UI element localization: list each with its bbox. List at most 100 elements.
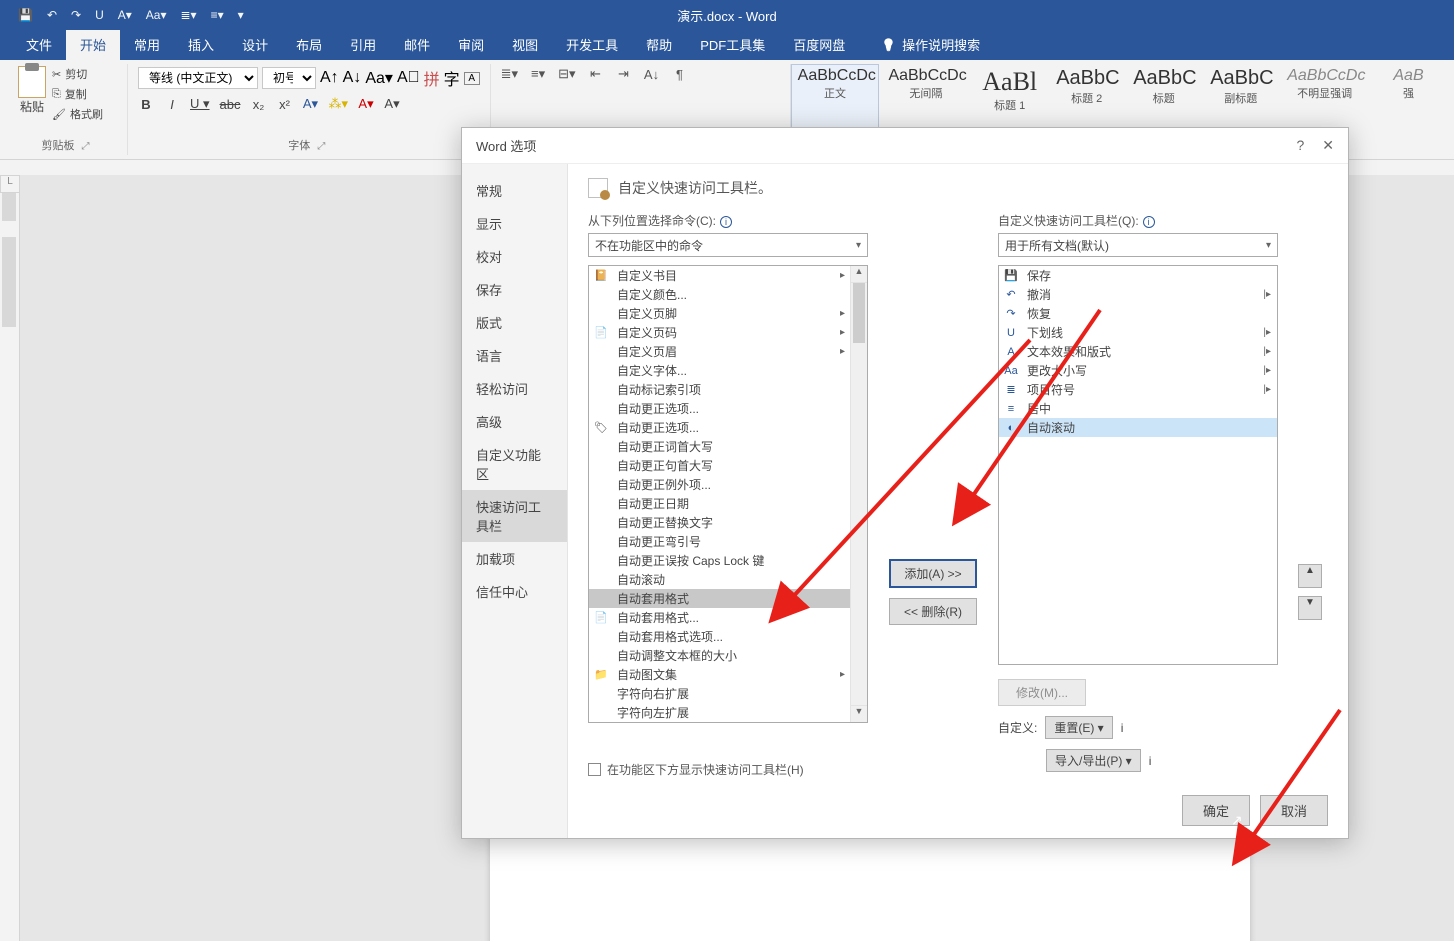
numbering-icon[interactable]: ≡▾ xyxy=(530,66,546,82)
tab-file[interactable]: 文件 xyxy=(12,29,66,60)
format-painter-button[interactable]: 🖌 格式刷 xyxy=(52,106,103,122)
qat-list-item[interactable]: ◐自动滚动 xyxy=(999,418,1277,437)
options-nav-item[interactable]: 保存 xyxy=(462,273,567,306)
font-name-select[interactable]: 等线 (中文正文) xyxy=(138,67,258,89)
enclose-char-icon[interactable]: A xyxy=(464,72,480,85)
strike-button[interactable]: abc xyxy=(220,97,241,112)
command-list-item[interactable]: 自动更正词首大写 xyxy=(589,437,867,456)
options-nav-item[interactable]: 自定义功能区 xyxy=(462,438,567,490)
command-list-item[interactable]: 自动更正句首大写 xyxy=(589,456,867,475)
scroll-down-icon[interactable]: ▼ xyxy=(851,705,867,722)
command-list-item[interactable]: 自定义页眉▸ xyxy=(589,342,867,361)
qat-list-item[interactable]: 💾保存 xyxy=(999,266,1277,285)
scroll-up-icon[interactable]: ▲ xyxy=(851,266,867,283)
command-list-item[interactable]: 字体替换 xyxy=(589,722,867,723)
command-list-item[interactable]: 自动更正选项... xyxy=(589,399,867,418)
qat-change-case-icon[interactable]: Aa▾ xyxy=(146,8,167,22)
show-marks-icon[interactable]: ¶ xyxy=(672,67,688,82)
scroll-thumb[interactable] xyxy=(853,283,865,343)
command-list-item[interactable]: 🏷自动更正选项... xyxy=(589,418,867,437)
remove-button[interactable]: << 删除(R) xyxy=(889,598,977,625)
char-border-icon[interactable]: 字 xyxy=(444,66,460,90)
change-case-icon[interactable]: Aa▾ xyxy=(365,68,393,88)
command-list-item[interactable]: 📔自定义书目▸ xyxy=(589,266,867,285)
info-icon[interactable]: i xyxy=(1143,216,1155,228)
font-launcher-icon[interactable]: ⤢ xyxy=(313,141,329,152)
tab-home[interactable]: 开始 xyxy=(66,29,120,60)
move-up-button[interactable]: ▲ xyxy=(1298,564,1322,588)
command-list-item[interactable]: 📄自定义页码▸ xyxy=(589,323,867,342)
tab-references[interactable]: 引用 xyxy=(336,29,390,60)
options-nav-item[interactable]: 显示 xyxy=(462,207,567,240)
qat-list-item[interactable]: A文本效果和版式|▸ xyxy=(999,342,1277,361)
superscript-button[interactable]: x² xyxy=(277,97,293,112)
tab-common[interactable]: 常用 xyxy=(120,29,174,60)
command-list-item[interactable]: 自动标记索引项 xyxy=(589,380,867,399)
info-icon[interactable]: i xyxy=(1149,754,1152,768)
command-list-item[interactable]: 字符向右扩展 xyxy=(589,684,867,703)
qat-customize-icon[interactable]: ▾ xyxy=(238,8,244,22)
shrink-font-icon[interactable]: A↓ xyxy=(343,69,362,87)
tab-developer[interactable]: 开发工具 xyxy=(552,29,632,60)
qat-list-item[interactable]: Aa更改大小写|▸ xyxy=(999,361,1277,380)
qat-redo-icon[interactable]: ↷ xyxy=(71,8,81,22)
multilevel-icon[interactable]: ⊟▾ xyxy=(558,66,575,82)
command-list-item[interactable]: 📁自动图文集▸ xyxy=(589,665,867,684)
tab-design[interactable]: 设计 xyxy=(228,29,282,60)
qat-listbox[interactable]: 💾保存↶撤消|▸↷恢复U下划线|▸A文本效果和版式|▸Aa更改大小写|▸≣项目符… xyxy=(998,265,1278,665)
qat-list-item[interactable]: ↷恢复 xyxy=(999,304,1277,323)
qat-bullets-icon[interactable]: ≣▾ xyxy=(180,8,196,22)
phonetic-icon[interactable]: 拼 xyxy=(424,66,440,90)
font-size-select[interactable]: 初号 xyxy=(262,67,316,89)
tab-insert[interactable]: 插入 xyxy=(174,29,228,60)
command-list-item[interactable]: 自动调整文本框的大小 xyxy=(589,646,867,665)
qat-text-effects-icon[interactable]: A▾ xyxy=(118,8,132,22)
tab-view[interactable]: 视图 xyxy=(498,29,552,60)
info-icon[interactable]: i xyxy=(720,216,732,228)
info-icon[interactable]: i xyxy=(1121,721,1124,735)
show-below-ribbon-checkbox[interactable]: 在功能区下方显示快速访问工具栏(H) xyxy=(588,761,804,778)
options-nav-item[interactable]: 校对 xyxy=(462,240,567,273)
qat-center-icon[interactable]: ≡▾ xyxy=(211,8,224,22)
italic-button[interactable]: I xyxy=(164,97,180,112)
underline-button[interactable]: U ▾ xyxy=(190,96,210,112)
tab-layout[interactable]: 布局 xyxy=(282,29,336,60)
qat-list-item[interactable]: ↶撤消|▸ xyxy=(999,285,1277,304)
qat-save-icon[interactable]: 💾 xyxy=(18,8,33,22)
command-list-item[interactable]: 自动更正替换文字 xyxy=(589,513,867,532)
highlight-button[interactable]: ⁂▾ xyxy=(329,96,349,112)
tab-mailings[interactable]: 邮件 xyxy=(390,29,444,60)
tab-review[interactable]: 审阅 xyxy=(444,29,498,60)
grow-font-icon[interactable]: A↑ xyxy=(320,69,339,87)
command-list-item[interactable]: 自动更正误按 Caps Lock 键 xyxy=(589,551,867,570)
command-list-item[interactable]: 自动更正例外项... xyxy=(589,475,867,494)
customize-qat-combo[interactable]: 用于所有文档(默认)▾ xyxy=(998,233,1278,257)
command-list-item[interactable]: 字符向左扩展 xyxy=(589,703,867,722)
command-list-item[interactable]: 自动套用格式选项... xyxy=(589,627,867,646)
reset-button[interactable]: 重置(E) ▾ xyxy=(1045,716,1112,739)
options-nav-item[interactable]: 加载项 xyxy=(462,542,567,575)
qat-undo-icon[interactable]: ↶ xyxy=(47,8,57,22)
choose-commands-combo[interactable]: 不在功能区中的命令▾ xyxy=(588,233,868,257)
tab-baidu[interactable]: 百度网盘 xyxy=(779,29,859,60)
cut-button[interactable]: ✂ 剪切 xyxy=(52,66,103,82)
command-list-item[interactable]: 📄自动套用格式... xyxy=(589,608,867,627)
tell-me-search[interactable]: 操作说明搜索 xyxy=(867,29,994,60)
commands-listbox[interactable]: 📔自定义书目▸自定义颜色...自定义页脚▸📄自定义页码▸自定义页眉▸自定义字体.… xyxy=(588,265,868,723)
ok-button[interactable]: 确定 xyxy=(1182,795,1250,826)
subscript-button[interactable]: x₂ xyxy=(251,97,267,112)
options-nav-item[interactable]: 语言 xyxy=(462,339,567,372)
style-emphasis[interactable]: AaB强 xyxy=(1371,64,1446,155)
options-nav-item[interactable]: 信任中心 xyxy=(462,575,567,608)
command-list-item[interactable]: 自定义页脚▸ xyxy=(589,304,867,323)
options-nav-item[interactable]: 高级 xyxy=(462,405,567,438)
dialog-close-icon[interactable]: ✕ xyxy=(1322,137,1334,154)
bullets-icon[interactable]: ≣▾ xyxy=(501,66,518,82)
text-effects-button[interactable]: A▾ xyxy=(303,96,319,112)
options-nav-item[interactable]: 版式 xyxy=(462,306,567,339)
bold-button[interactable]: B xyxy=(138,97,154,112)
add-button[interactable]: 添加(A) >> xyxy=(889,559,977,588)
command-list-item[interactable]: 自动更正日期 xyxy=(589,494,867,513)
move-down-button[interactable]: ▼ xyxy=(1298,596,1322,620)
command-list-item[interactable]: 自动更正弯引号 xyxy=(589,532,867,551)
